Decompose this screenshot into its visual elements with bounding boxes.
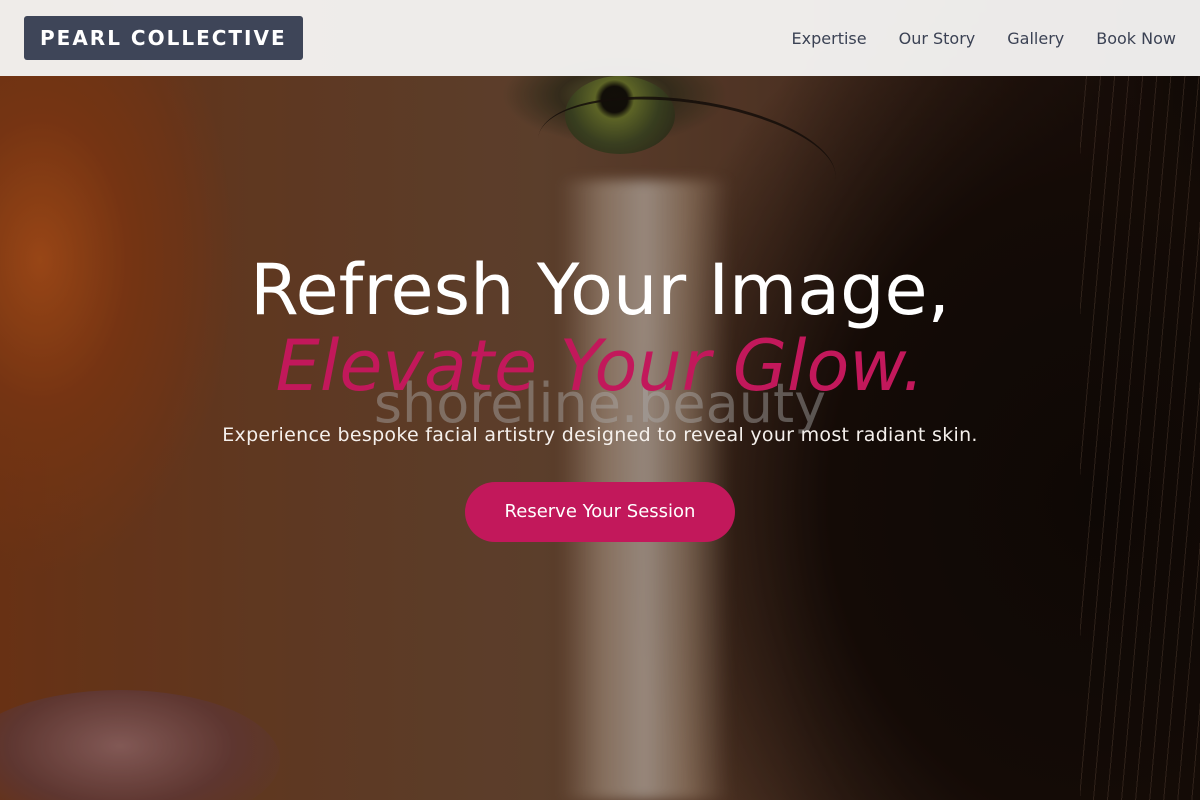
site-header: PEARL COLLECTIVE Expertise Our Story Gal… xyxy=(0,0,1200,76)
nav-link-our-story[interactable]: Our Story xyxy=(899,29,976,48)
hero-content: Refresh Your Image, Elevate Your Glow. s… xyxy=(0,250,1200,542)
nav-link-book-now[interactable]: Book Now xyxy=(1096,29,1176,48)
brand-logo[interactable]: PEARL COLLECTIVE xyxy=(24,16,303,60)
hero-title: Refresh Your Image, Elevate Your Glow. s… xyxy=(0,249,1200,432)
hero-title-line2: Elevate Your Glow. xyxy=(275,325,925,407)
hero-subtitle: Experience bespoke facial artistry desig… xyxy=(222,424,978,446)
nav-link-expertise[interactable]: Expertise xyxy=(792,29,867,48)
reserve-session-button[interactable]: Reserve Your Session xyxy=(464,482,736,542)
hero-title-line1: Refresh Your Image, xyxy=(250,249,950,331)
nav-link-gallery[interactable]: Gallery xyxy=(1007,29,1064,48)
main-nav: Expertise Our Story Gallery Book Now xyxy=(792,29,1176,48)
